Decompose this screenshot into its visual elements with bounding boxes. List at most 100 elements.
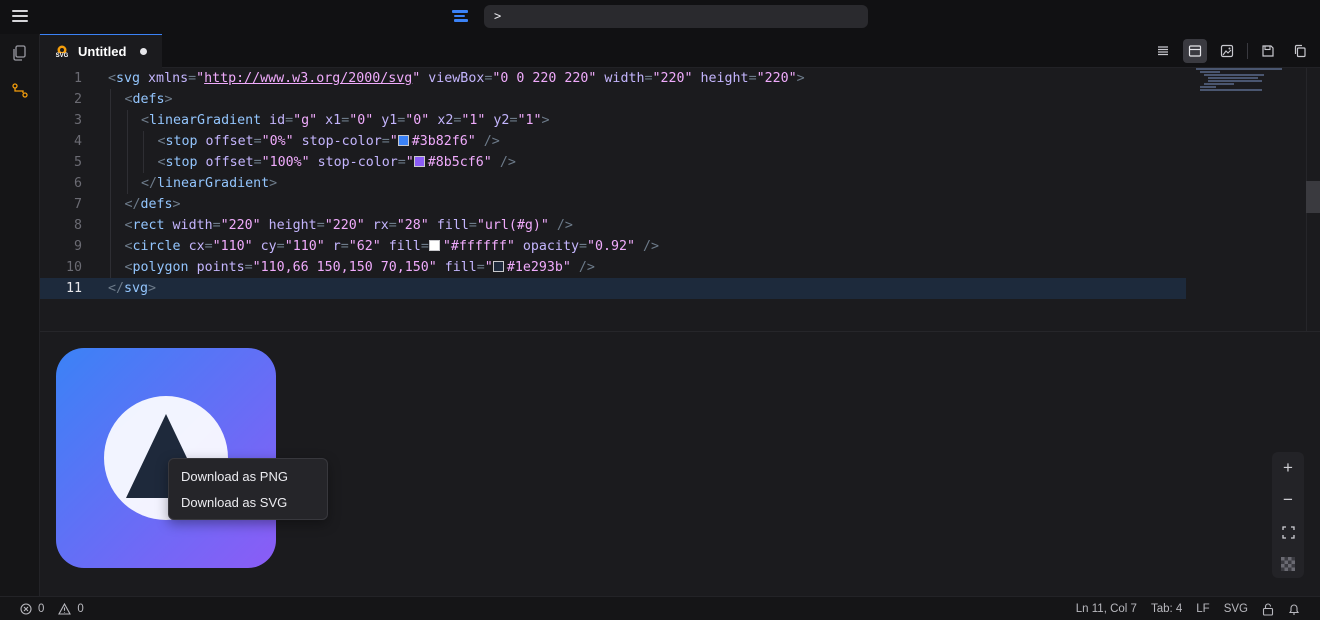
code-editor[interactable]: 1 <svg xmlns="http://www.w3.org/2000/svg"… [40, 68, 1306, 331]
code-line[interactable]: 3 <linearGradient id="g" x1="0" y1="0" x2… [40, 110, 1186, 131]
error-count[interactable]: 0 [38, 603, 44, 615]
line-number: 9 [73, 239, 82, 254]
zoom-in-icon: + [1283, 458, 1293, 477]
minimap[interactable] [1196, 68, 1286, 98]
color-swatch[interactable] [428, 240, 440, 251]
svg-file-icon-label: SVG [55, 52, 69, 59]
code-text: <defs> [124, 92, 173, 107]
code-line[interactable]: 9 <circle cx="110" cy="110" r="62" fill= "… [40, 236, 1186, 257]
indent-guide [126, 110, 128, 131]
indent-guide [110, 236, 111, 257]
color-swatch[interactable] [413, 156, 425, 167]
code-line[interactable]: 1 <svg xmlns="http://www.w3.org/2000/svg"… [40, 68, 1186, 89]
bell-icon[interactable] [1288, 603, 1300, 616]
tab-bar: SVG Untitled [40, 34, 1320, 68]
git-icon[interactable] [11, 82, 29, 100]
cursor-position[interactable]: Ln 11, Col 7 [1076, 603, 1137, 615]
unsaved-indicator[interactable] [140, 48, 148, 55]
wrap-button[interactable] [1151, 39, 1175, 63]
app-logo-icon [452, 10, 468, 24]
code-line[interactable]: 4 <stop offset="0%" stop-color=" #3b82f6" … [40, 131, 1186, 152]
code-line[interactable]: 7 </defs> [40, 194, 1186, 215]
indent-guide [126, 131, 128, 152]
save-icon [1262, 45, 1274, 57]
color-swatch[interactable] [492, 261, 504, 272]
indent-guide [126, 173, 128, 194]
line-number: 3 [73, 113, 82, 128]
warning-count[interactable]: 0 [77, 603, 83, 615]
line-ending[interactable]: LF [1196, 603, 1209, 615]
code-text: <circle cx="110" cy="110" r="62" fill= "#… [124, 239, 660, 254]
svg-file-icon: SVG [54, 44, 70, 60]
fit-to-screen-button[interactable] [1272, 516, 1304, 548]
line-number: 4 [73, 134, 82, 149]
download-context-menu: Download as PNG Download as SVG [168, 458, 328, 520]
status-bar: 0 0 Ln 11, Col 7 Tab: 4 LF SVG [0, 596, 1320, 620]
line-number: 5 [73, 155, 82, 170]
code-text: <stop offset="0%" stop-color=" #3b82f6" /… [157, 134, 500, 149]
toolbar-separator [1247, 43, 1248, 59]
tab-untitled[interactable]: SVG Untitled [40, 34, 162, 68]
code-text: </linearGradient> [141, 176, 278, 191]
line-number: 10 [65, 260, 82, 275]
tab-size[interactable]: Tab: 4 [1151, 603, 1182, 615]
code-text: <polygon points="110,66 150,150 70,150" … [124, 260, 595, 275]
indent-guide [110, 110, 111, 131]
zoom-in-button[interactable]: + [1272, 452, 1304, 484]
activity-bar [0, 34, 40, 596]
line-number: 11 [65, 281, 82, 296]
copy-icon [1294, 44, 1306, 58]
language-mode[interactable]: SVG [1224, 603, 1248, 615]
code-text: <svg xmlns="http://www.w3.org/2000/svg" … [108, 71, 805, 86]
zoom-out-button[interactable]: − [1272, 484, 1304, 516]
code-text: </svg> [108, 281, 157, 296]
indent-guide [110, 257, 111, 278]
files-icon[interactable] [11, 44, 29, 62]
image-preview-button[interactable] [1215, 39, 1239, 63]
menu-icon[interactable] [12, 10, 28, 22]
tab-label: Untitled [78, 44, 127, 59]
code-text: <stop offset="100%" stop-color=" #8b5cf6"… [157, 155, 516, 170]
image-icon [1220, 44, 1234, 58]
title-bar: > [0, 0, 1320, 34]
code-line[interactable]: 2 <defs> [40, 89, 1186, 110]
indent-guide [110, 131, 111, 152]
transparency-toggle-button[interactable] [1272, 548, 1304, 580]
save-button[interactable] [1256, 39, 1280, 63]
download-svg-item[interactable]: Download as SVG [169, 492, 327, 518]
code-line[interactable]: 6 </linearGradient> [40, 173, 1186, 194]
indent-guide [110, 89, 111, 110]
zoom-controls: + − [1272, 452, 1304, 578]
line-number: 7 [73, 197, 82, 212]
indent-guide [143, 131, 144, 152]
indent-guide [110, 152, 111, 173]
lock-icon[interactable] [1262, 602, 1274, 616]
editor-scrollbar-thumb[interactable] [1306, 181, 1320, 213]
checkerboard-icon [1281, 557, 1295, 571]
fullscreen-icon [1281, 525, 1295, 539]
indent-guide [110, 215, 111, 236]
error-icon[interactable] [20, 603, 32, 615]
code-line[interactable]: 10 <polygon points="110,66 150,150 70,150… [40, 257, 1186, 278]
indent-guide [126, 152, 128, 173]
line-number: 6 [73, 176, 82, 191]
layout-button[interactable] [1183, 39, 1207, 63]
color-swatch[interactable] [397, 135, 409, 146]
download-png-item[interactable]: Download as PNG [169, 466, 327, 492]
copy-button[interactable] [1288, 39, 1312, 63]
warning-icon[interactable] [58, 603, 72, 615]
command-palette-input[interactable]: > [484, 5, 868, 28]
editor-toolbar [1151, 34, 1320, 68]
code-text: </defs> [124, 197, 181, 212]
line-number: 8 [73, 218, 82, 233]
indent-guide [143, 152, 144, 173]
line-number: 1 [73, 71, 82, 86]
code-line[interactable]: 8 <rect width="220" height="220" rx="28" … [40, 215, 1186, 236]
indent-guide [110, 194, 111, 215]
code-line[interactable]: 11 </svg> [40, 278, 1186, 299]
indent-guide [110, 173, 111, 194]
wrap-icon [1158, 46, 1168, 56]
code-line[interactable]: 5 <stop offset="100%" stop-color=" #8b5cf6… [40, 152, 1186, 173]
layout-icon [1188, 45, 1202, 57]
code-text: <rect width="220" height="220" rx="28" f… [124, 218, 573, 233]
